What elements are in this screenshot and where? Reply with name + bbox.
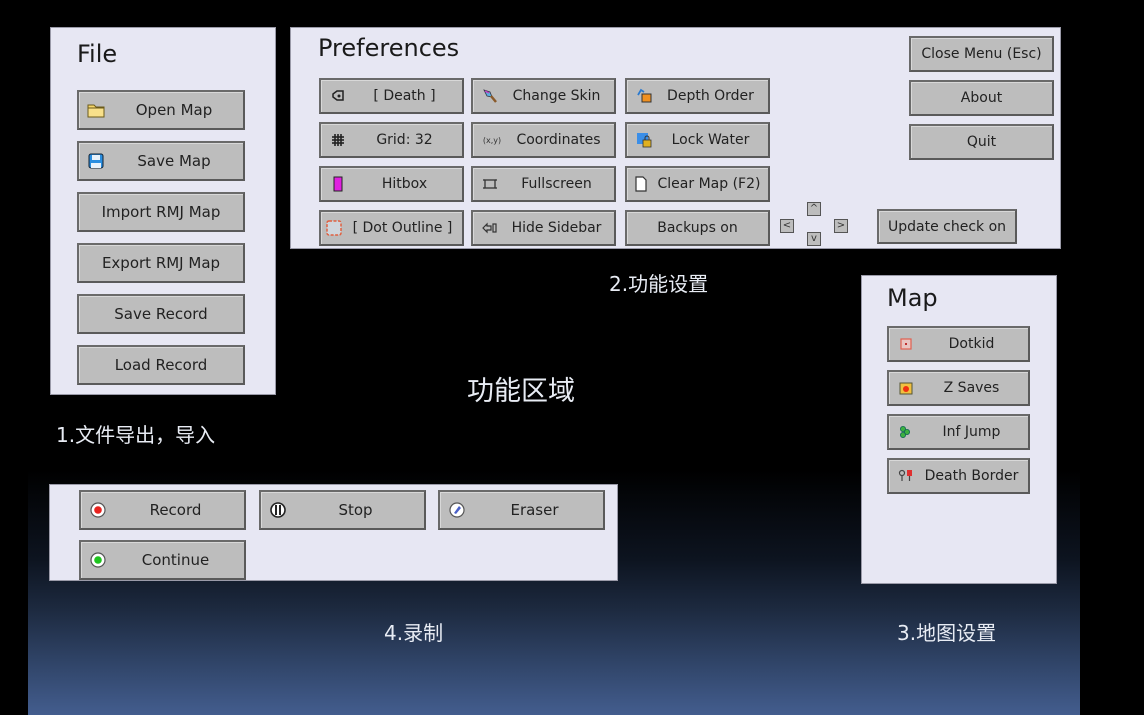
stop-label: Stop [338, 501, 373, 519]
z-saves-button[interactable]: Z Saves [887, 370, 1030, 406]
quit-label: Quit [966, 134, 997, 150]
brush-icon [481, 87, 499, 105]
arrow-down-button[interactable]: v [807, 232, 821, 246]
inf-jump-button[interactable]: Inf Jump [887, 414, 1030, 450]
lock-water-label: Lock Water [671, 132, 750, 148]
z-saves-label: Z Saves [943, 380, 1000, 396]
dot-outline-button[interactable]: [ Dot Outline ] [319, 210, 464, 246]
save-block-icon [897, 379, 915, 397]
clear-map-button[interactable]: Clear Map (F2) [625, 166, 770, 202]
fullscreen-label: Fullscreen [521, 176, 592, 192]
save-map-button[interactable]: Save Map [77, 141, 245, 181]
load-record-button[interactable]: Load Record [77, 345, 245, 385]
load-record-label: Load Record [114, 356, 208, 374]
record-panel: Record Stop Eraser Continue [49, 484, 618, 581]
save-record-label: Save Record [114, 305, 208, 323]
stop-icon [269, 501, 287, 519]
depth-order-button[interactable]: Depth Order [625, 78, 770, 114]
depth-order-icon [635, 87, 653, 105]
death-border-label: Death Border [924, 468, 1019, 484]
file-panel-title: File [77, 40, 118, 68]
change-skin-button[interactable]: Change Skin [471, 78, 616, 114]
about-button[interactable]: About [909, 80, 1054, 116]
eraser-button[interactable]: Eraser [438, 490, 605, 530]
inf-jump-icon [897, 423, 915, 441]
floppy-disk-icon [87, 152, 105, 170]
hide-sidebar-label: Hide Sidebar [511, 220, 602, 236]
hitbox-icon [329, 175, 347, 193]
stop-button[interactable]: Stop [259, 490, 426, 530]
record-label: Record [149, 501, 202, 519]
backups-button[interactable]: Backups on [625, 210, 770, 246]
inf-jump-label: Inf Jump [942, 424, 1001, 440]
save-map-label: Save Map [137, 152, 211, 170]
lock-water-button[interactable]: Lock Water [625, 122, 770, 158]
dot-outline-label: [ Dot Outline ] [352, 220, 453, 236]
grid-button[interactable]: Grid: 32 [319, 122, 464, 158]
record-caption: 4.录制 [384, 621, 444, 645]
dotkid-label: Dotkid [948, 336, 995, 352]
folder-icon [87, 101, 105, 119]
eraser-icon [448, 501, 466, 519]
export-rmj-map-button[interactable]: Export RMJ Map [77, 243, 245, 283]
about-label: About [960, 90, 1003, 106]
hide-sidebar-icon [481, 219, 499, 237]
import-rmj-map-button[interactable]: Import RMJ Map [77, 192, 245, 232]
arrow-up-button[interactable]: ^ [807, 202, 821, 216]
hide-sidebar-button[interactable]: Hide Sidebar [471, 210, 616, 246]
grid-icon [329, 131, 347, 149]
map-caption: 3.地图设置 [897, 621, 997, 645]
close-menu-button[interactable]: Close Menu (Esc) [909, 36, 1054, 72]
continue-label: Continue [141, 551, 210, 569]
fullscreen-button[interactable]: Fullscreen [471, 166, 616, 202]
clear-map-label: Clear Map (F2) [657, 176, 761, 192]
coordinates-label: Coordinates [516, 132, 601, 148]
file-panel: File Open Map Save Map Import RMJ Map Ex… [50, 27, 276, 395]
continue-icon [89, 551, 107, 569]
arrow-left-button[interactable]: < [780, 219, 794, 233]
preferences-panel-title: Preferences [318, 34, 460, 62]
fullscreen-icon [481, 175, 499, 193]
update-check-label: Update check on [887, 218, 1007, 235]
file-caption: 1.文件导出，导入 [56, 423, 216, 447]
backups-label: Backups on [657, 220, 738, 236]
import-rmj-map-label: Import RMJ Map [101, 203, 221, 221]
eraser-label: Eraser [510, 501, 559, 519]
update-check-button[interactable]: Update check on [877, 209, 1017, 244]
grid-label: Grid: 32 [376, 132, 433, 148]
dotkid-icon [897, 335, 915, 353]
preferences-panel: Preferences [ Death ] Grid: 32 Hitbox [ … [290, 27, 1061, 249]
save-record-button[interactable]: Save Record [77, 294, 245, 334]
death-icon [329, 87, 347, 105]
page-icon [632, 175, 650, 193]
record-icon [89, 501, 107, 519]
preferences-caption: 2.功能设置 [609, 272, 709, 296]
center-caption: 功能区域 [467, 376, 575, 407]
depth-order-label: Depth Order [667, 88, 754, 104]
record-button[interactable]: Record [79, 490, 246, 530]
death-label: [ Death ] [373, 88, 436, 104]
dotkid-button[interactable]: Dotkid [887, 326, 1030, 362]
coordinates-icon: (x,y) [482, 135, 502, 145]
continue-button[interactable]: Continue [79, 540, 246, 580]
coordinates-button[interactable]: (x,y) Coordinates [471, 122, 616, 158]
map-panel-title: Map [887, 284, 938, 312]
death-button[interactable]: [ Death ] [319, 78, 464, 114]
lock-water-icon [635, 131, 653, 149]
death-border-icon [897, 467, 915, 485]
arrow-right-button[interactable]: > [834, 219, 848, 233]
close-menu-label: Close Menu (Esc) [921, 46, 1042, 62]
change-skin-label: Change Skin [512, 88, 601, 104]
death-border-button[interactable]: Death Border [887, 458, 1030, 494]
hitbox-label: Hitbox [381, 176, 428, 192]
dot-outline-icon [325, 219, 343, 237]
open-map-label: Open Map [135, 101, 213, 119]
hitbox-button[interactable]: Hitbox [319, 166, 464, 202]
open-map-button[interactable]: Open Map [77, 90, 245, 130]
export-rmj-map-label: Export RMJ Map [101, 254, 221, 272]
map-panel: Map Dotkid Z Saves Inf Jump Death Border [861, 275, 1057, 584]
quit-button[interactable]: Quit [909, 124, 1054, 160]
